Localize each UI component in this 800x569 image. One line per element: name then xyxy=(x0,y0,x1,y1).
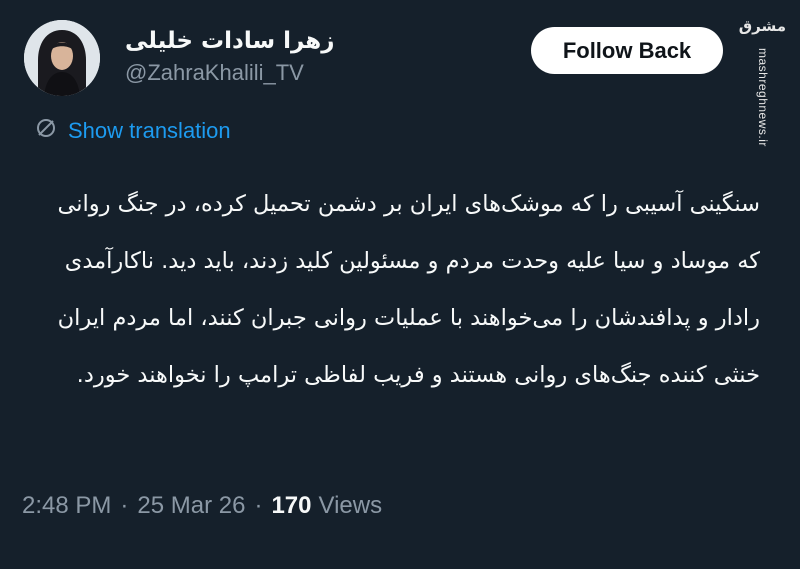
views-label: Views xyxy=(318,492,383,519)
show-translation-label: Show translation xyxy=(68,118,231,143)
translate-icon xyxy=(34,116,58,146)
watermark: مشرق mashreghnews.ir xyxy=(738,8,790,147)
watermark-logo: مشرق xyxy=(738,17,786,35)
user-handle[interactable]: @ZahraKhalili_TV xyxy=(125,60,304,86)
meta-separator: · xyxy=(120,492,129,519)
display-name[interactable]: زهرا سادات خلیلی xyxy=(125,28,334,54)
tweet-text: سنگینی آسیبی را که موشک‌های ایران بر دشم… xyxy=(57,191,760,388)
views-count[interactable]: 170 xyxy=(271,492,311,520)
meta-separator: · xyxy=(254,492,263,519)
follow-back-button[interactable]: Follow Back xyxy=(531,27,723,74)
watermark-url: mashreghnews.ir xyxy=(756,48,770,147)
tweet-date[interactable]: 25 Mar 26 xyxy=(137,492,245,520)
tweet-time[interactable]: 2:48 PM xyxy=(22,492,111,520)
avatar[interactable] xyxy=(24,20,100,96)
tweet-meta: 2:48 PM · 25 Mar 26 · 170 Views xyxy=(22,492,382,520)
show-translation-link[interactable]: Show translation xyxy=(34,116,231,146)
avatar-image xyxy=(24,20,100,96)
